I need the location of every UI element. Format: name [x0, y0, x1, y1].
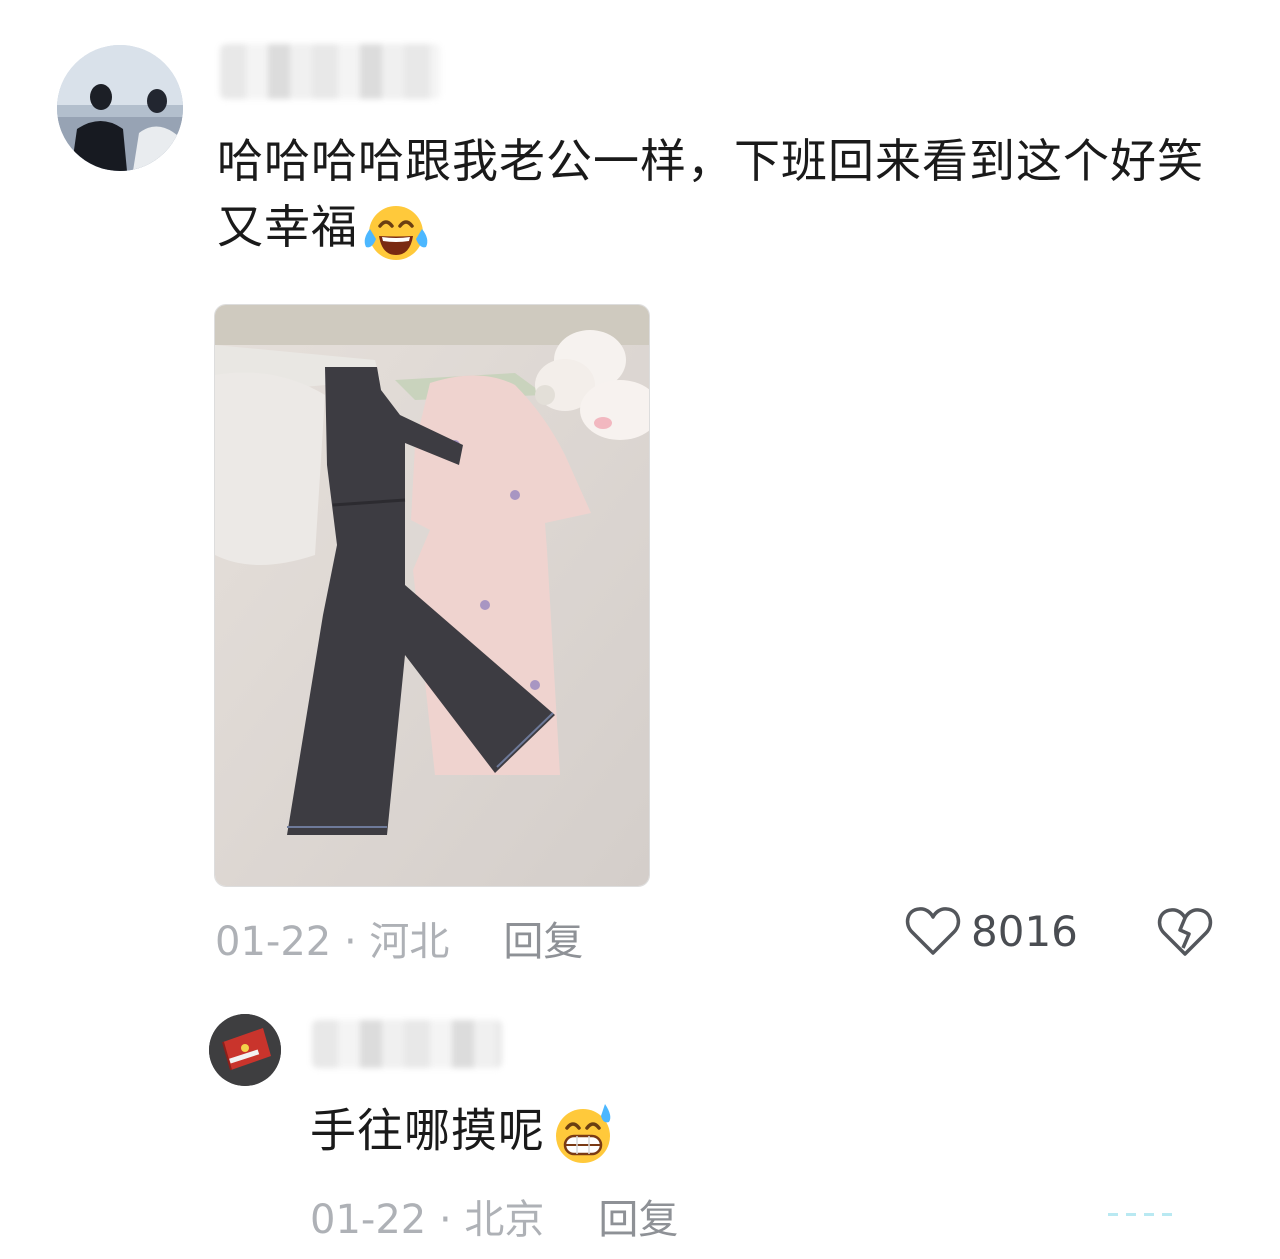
pajamas-photo	[215, 305, 649, 886]
reply-location: 北京	[464, 1197, 545, 1243]
like-count: 8016	[971, 906, 1078, 956]
meta-separator: ·	[331, 919, 370, 965]
meta-separator: ·	[426, 1197, 465, 1243]
avatar[interactable]	[57, 45, 183, 171]
username-blurred[interactable]	[312, 1020, 502, 1068]
reply-button[interactable]: 回复	[503, 919, 583, 965]
reply-meta: 01-22 · 北京 回复	[310, 1187, 678, 1245]
username-blurred[interactable]	[220, 44, 440, 99]
tears-of-joy-emoji	[364, 205, 428, 260]
decorative-dashes	[1108, 1213, 1180, 1216]
dislike-button[interactable]	[1157, 906, 1213, 962]
reply-date: 01-22	[310, 1197, 427, 1243]
reply-button[interactable]: 回复	[598, 1197, 678, 1243]
comment-image[interactable]	[214, 304, 650, 887]
heart-icon	[905, 907, 961, 955]
avatar-photo	[209, 1014, 281, 1086]
reply-text: 手往哪摸呢	[310, 1098, 619, 1170]
comment-meta: 01-22 · 河北 回复	[215, 909, 583, 967]
reply-body: 手往哪摸呢	[310, 1103, 545, 1158]
grinning-sweat-emoji	[556, 1104, 611, 1163]
broken-heart-icon	[1157, 908, 1213, 956]
comment-location: 河北	[369, 919, 450, 965]
avatar[interactable]	[209, 1014, 281, 1086]
comment-text: 哈哈哈哈跟我老公一样，下班回来看到这个好笑又幸福	[217, 128, 1217, 267]
comment-date: 01-22	[215, 919, 332, 965]
avatar-photo	[57, 45, 183, 171]
like-button[interactable]: 8016	[905, 905, 1078, 957]
